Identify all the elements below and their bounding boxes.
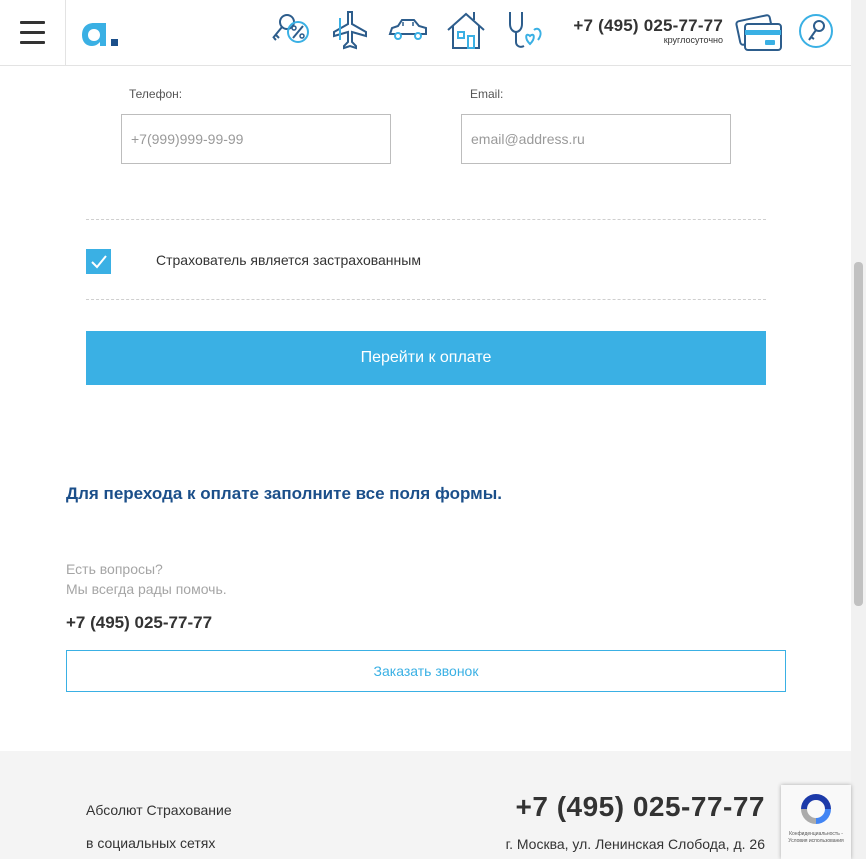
form-hint: Для перехода к оплате заполните все поля… <box>66 484 502 503</box>
divider <box>86 219 766 220</box>
footer-social-label: в социальных сетях <box>86 835 216 851</box>
footer-phone[interactable]: +7 (495) 025-77-77 <box>515 791 765 823</box>
header-phone[interactable]: +7 (495) 025-77-77 круглосуточно <box>568 16 723 45</box>
key-percent-icon[interactable] <box>270 8 314 52</box>
footer: Абсолют Страхование в социальных сетях +… <box>0 751 851 859</box>
insured-checkbox[interactable] <box>86 249 111 274</box>
house-icon[interactable] <box>444 8 488 52</box>
footer-address: г. Москва, ул. Ленинская Слобода, д. 26 <box>505 836 765 852</box>
go-to-payment-button[interactable]: Перейти к оплате <box>86 331 766 385</box>
phone-input[interactable] <box>121 114 391 164</box>
phone-label: Телефон: <box>129 87 183 101</box>
request-call-button[interactable]: Заказать звонок <box>66 650 786 692</box>
product-nav <box>270 8 546 52</box>
search-key-icon[interactable] <box>797 12 835 50</box>
footer-company-link[interactable]: Абсолют Страхование <box>86 802 232 818</box>
recaptcha-badge[interactable]: Конфиденциальность - Условия использован… <box>781 785 851 859</box>
help-question: Есть вопросы? <box>66 561 163 577</box>
insured-checkbox-label[interactable]: Страхователь является застрахованным <box>156 252 421 268</box>
header-phone-number[interactable]: +7 (495) 025-77-77 <box>568 16 723 36</box>
scrollbar[interactable] <box>851 0 866 859</box>
checkmark-icon <box>91 255 107 269</box>
header-phone-note: круглосуточно <box>663 35 723 45</box>
help-subtext: Мы всегда рады помочь. <box>66 581 227 597</box>
help-phone[interactable]: +7 (495) 025-77-77 <box>66 613 212 633</box>
car-icon[interactable] <box>386 8 430 52</box>
menu-burger-icon[interactable] <box>0 0 66 65</box>
stethoscope-heart-icon[interactable] <box>502 8 546 52</box>
recaptcha-terms[interactable]: Конфиденциальность - Условия использован… <box>783 831 849 845</box>
email-label: Email: <box>470 87 504 101</box>
email-input[interactable] <box>461 114 731 164</box>
card-payment-icon[interactable] <box>735 10 785 54</box>
airplane-icon[interactable] <box>328 8 372 52</box>
logo-icon[interactable] <box>80 14 124 50</box>
divider <box>86 299 766 300</box>
recaptcha-icon <box>801 794 831 824</box>
page: +7 (495) 025-77-77 круглосуточно Телефон… <box>0 0 866 859</box>
header: +7 (495) 025-77-77 круглосуточно <box>0 0 851 66</box>
scrollbar-thumb[interactable] <box>854 262 863 606</box>
